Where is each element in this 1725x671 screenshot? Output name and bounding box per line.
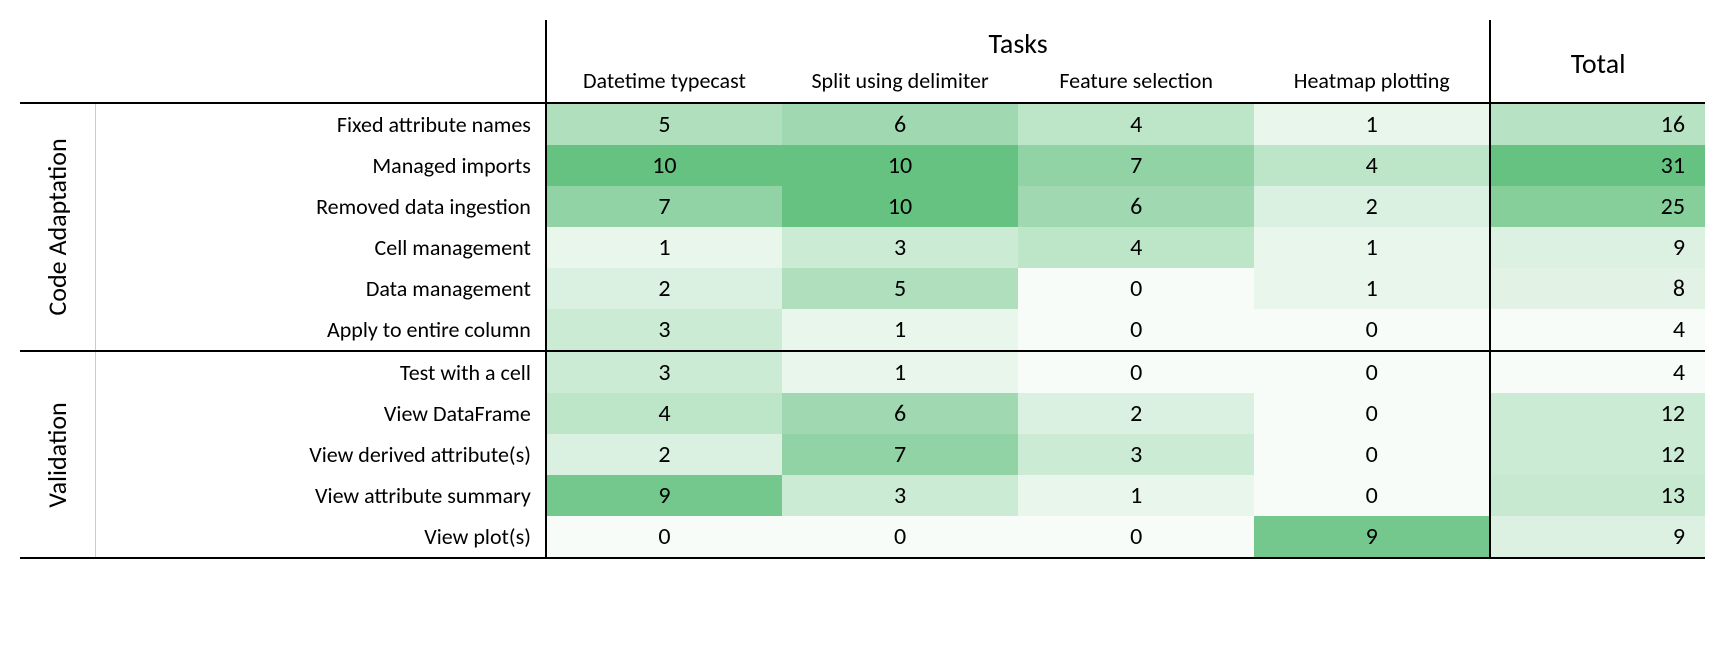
heatmap-cell: 5: [546, 103, 782, 145]
heatmap-cell: 9: [1254, 516, 1490, 558]
col-header-0: Datetime typecast: [546, 63, 782, 103]
heatmap-cell: 4: [1018, 227, 1254, 268]
total-cell: 9: [1490, 516, 1705, 558]
heatmap-cell: 0: [1254, 475, 1490, 516]
tasks-super-header: Tasks: [546, 20, 1490, 63]
heatmap-cell: 0: [546, 516, 782, 558]
total-cell: 12: [1490, 434, 1705, 475]
heatmap-cell: 2: [546, 268, 782, 309]
total-cell: 9: [1490, 227, 1705, 268]
heatmap-cell: 1: [1254, 268, 1490, 309]
row-label: Apply to entire column: [95, 309, 546, 351]
heatmap-cell: 0: [1254, 393, 1490, 434]
heatmap-cell: 2: [546, 434, 782, 475]
row-label: View DataFrame: [95, 393, 546, 434]
heatmap-cell: 4: [546, 393, 782, 434]
heatmap-cell: 10: [782, 186, 1018, 227]
heatmap-cell: 1: [782, 351, 1018, 393]
row-label: Cell management: [95, 227, 546, 268]
row-group-label: Validation: [20, 351, 95, 558]
heatmap-cell: 0: [1018, 516, 1254, 558]
heatmap-cell: 7: [782, 434, 1018, 475]
heatmap-cell: 0: [1018, 309, 1254, 351]
heatmap-cell: 0: [1254, 434, 1490, 475]
col-header-3: Heatmap plotting: [1254, 63, 1490, 103]
col-header-2: Feature selection: [1018, 63, 1254, 103]
heatmap-cell: 0: [1018, 351, 1254, 393]
total-cell: 25: [1490, 186, 1705, 227]
heatmap-cell: 3: [782, 475, 1018, 516]
total-cell: 16: [1490, 103, 1705, 145]
row-label: Test with a cell: [95, 351, 546, 393]
heatmap-cell: 7: [546, 186, 782, 227]
heatmap-cell: 3: [1018, 434, 1254, 475]
heatmap-cell: 0: [1018, 268, 1254, 309]
row-label: View derived attribute(s): [95, 434, 546, 475]
heatmap-cell: 0: [782, 516, 1018, 558]
heatmap-cell: 1: [1254, 103, 1490, 145]
heatmap-cell: 3: [546, 351, 782, 393]
heatmap-cell: 1: [1254, 227, 1490, 268]
heatmap-cell: 3: [782, 227, 1018, 268]
heatmap-cell: 4: [1018, 103, 1254, 145]
heatmap-cell: 6: [782, 103, 1018, 145]
total-cell: 8: [1490, 268, 1705, 309]
total-cell: 4: [1490, 309, 1705, 351]
heatmap-cell: 2: [1018, 393, 1254, 434]
heatmap-cell: 10: [782, 145, 1018, 186]
heatmap-cell: 4: [1254, 145, 1490, 186]
heatmap-cell: 9: [546, 475, 782, 516]
total-cell: 31: [1490, 145, 1705, 186]
heatmap-cell: 3: [546, 309, 782, 351]
row-group-label: Code Adaptation: [20, 103, 95, 351]
heatmap-cell: 7: [1018, 145, 1254, 186]
heatmap-cell: 1: [1018, 475, 1254, 516]
row-label: Data management: [95, 268, 546, 309]
heatmap-table: Tasks Total Datetime typecast Split usin…: [20, 20, 1705, 559]
row-label: View plot(s): [95, 516, 546, 558]
heatmap-cell: 10: [546, 145, 782, 186]
heatmap-cell: 1: [546, 227, 782, 268]
row-label: Fixed attribute names: [95, 103, 546, 145]
row-label: Managed imports: [95, 145, 546, 186]
total-header: Total: [1490, 20, 1705, 103]
row-label: Removed data ingestion: [95, 186, 546, 227]
col-header-1: Split using delimiter: [782, 63, 1018, 103]
heatmap-cell: 0: [1254, 309, 1490, 351]
heatmap-cell: 1: [782, 309, 1018, 351]
total-cell: 4: [1490, 351, 1705, 393]
row-label: View attribute summary: [95, 475, 546, 516]
heatmap-cell: 0: [1254, 351, 1490, 393]
total-cell: 12: [1490, 393, 1705, 434]
total-cell: 13: [1490, 475, 1705, 516]
heatmap-cell: 6: [782, 393, 1018, 434]
heatmap-cell: 5: [782, 268, 1018, 309]
heatmap-cell: 2: [1254, 186, 1490, 227]
heatmap-cell: 6: [1018, 186, 1254, 227]
